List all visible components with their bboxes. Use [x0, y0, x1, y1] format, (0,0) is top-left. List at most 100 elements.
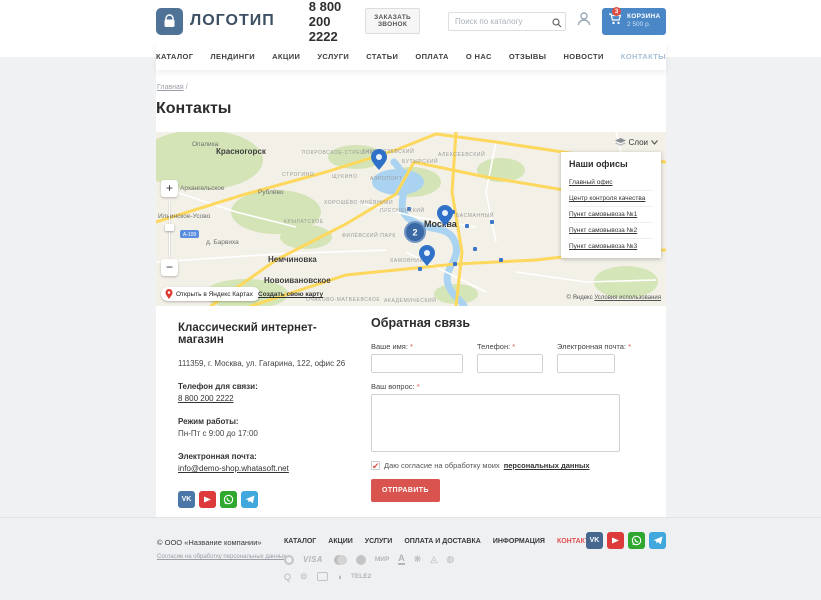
consent-checkbox[interactable]: ✔ [371, 461, 380, 470]
office-link-pickup-2[interactable]: Пункт самовывоза №2 [569, 223, 653, 239]
nav-item-oplata[interactable]: ОПЛАТА [415, 52, 448, 61]
tele2-icon: TELE2 [351, 573, 371, 580]
nav-item-stati[interactable]: СТАТЬИ [366, 52, 398, 61]
map-layers-control[interactable]: Слои [615, 138, 658, 147]
yandex-map[interactable]: А-109 Опалиха Красногорск ПОКРОВСКОЕ-СТР… [156, 132, 666, 306]
map-label: АЛЕКСЕЕВСКИЙ [438, 150, 485, 158]
required-asterisk: * [512, 342, 515, 351]
footer-item-katalog[interactable]: КАТАЛОГ [284, 538, 316, 545]
mir-icon: МИР [375, 556, 389, 563]
search-input[interactable] [448, 12, 566, 31]
email-link[interactable]: info@demo-shop.whatasoft.net [178, 464, 289, 473]
order-call-button[interactable]: ЗАКАЗАТЬ ЗВОНОК [365, 8, 420, 34]
question-field-label: Ваш вопрос: * [371, 382, 641, 391]
terms-of-use-link[interactable]: Условия использования [594, 295, 661, 301]
phone-link[interactable]: 8 800 200 2222 [178, 394, 234, 403]
breadcrumb-home-link[interactable]: Главная [157, 84, 184, 91]
account-icon[interactable] [576, 11, 592, 32]
yandex-copyright: © Яндекс [566, 295, 592, 301]
footer-consent-link[interactable]: Согласие на обработку персональных данны… [157, 554, 286, 560]
name-field[interactable] [371, 354, 463, 373]
header: ЛОГОТИП 8 800 200 2222 ЗАКАЗАТЬ ЗВОНОК 3 [0, 0, 821, 42]
phone-label: Телефон для связи: [178, 381, 353, 393]
map-zoom-out-button[interactable]: − [161, 259, 178, 276]
youtube-icon[interactable] [607, 532, 624, 549]
search [448, 11, 566, 31]
create-own-map-link[interactable]: Создать свою карту [258, 291, 323, 298]
nav-item-akcii[interactable]: АКЦИИ [272, 52, 300, 61]
cart-text: КОРЗИНА 2 500 р. [627, 13, 661, 30]
required-asterisk: * [628, 342, 631, 351]
map-cluster-marker[interactable]: 2 [405, 222, 425, 242]
nav-item-o-nas[interactable]: О НАС [466, 52, 492, 61]
map-attribution: © Яндекс Условия использования [566, 295, 661, 301]
office-link-pickup-1[interactable]: Пункт самовывоза №1 [569, 207, 653, 223]
map-zoom-in-button[interactable]: + [161, 180, 178, 197]
visa-icon: VISA [303, 555, 323, 564]
hours-label: Режим работы: [178, 416, 353, 428]
map-label: КРЫЛАТСКОЕ [284, 219, 324, 225]
svg-text:А-109: А-109 [183, 232, 197, 238]
logo[interactable]: ЛОГОТИП [156, 8, 275, 35]
cart-total: 2 500 р. [627, 21, 661, 29]
whatsapp-icon[interactable] [220, 491, 237, 508]
breadcrumb-separator: / [186, 84, 188, 91]
offices-panel-title: Наши офисы [569, 159, 653, 169]
mastercard-icon [332, 555, 347, 565]
map-label: Рублёво [258, 188, 284, 196]
telegram-icon[interactable] [241, 491, 258, 508]
footer-item-oplata-dostavka[interactable]: ОПЛАТА И ДОСТАВКА [404, 538, 481, 545]
nav-item-uslugi[interactable]: УСЛУГИ [317, 52, 349, 61]
telegram-icon[interactable] [649, 532, 666, 549]
payment-logo-icon [317, 572, 328, 581]
email-field[interactable] [557, 354, 615, 373]
required-asterisk: * [417, 382, 420, 391]
personal-data-link[interactable]: персональных данных [504, 461, 590, 470]
cart-button[interactable]: 3 КОРЗИНА 2 500 р. [602, 8, 666, 35]
nav-item-novosti[interactable]: НОВОСТИ [563, 52, 603, 61]
alfabank-icon: А [398, 554, 405, 565]
office-link-pickup-3[interactable]: Пункт самовывоза №3 [569, 239, 653, 254]
whatsapp-icon[interactable] [628, 532, 645, 549]
payment-logo-icon: ◑ [337, 572, 342, 582]
consent-text: Даю согласие на обработку моих [384, 461, 500, 470]
vk-icon[interactable]: VK [178, 491, 195, 508]
content-column: Главная / Контакты [156, 70, 666, 517]
footer-inner: © ООО «Название компании» Согласие на об… [156, 518, 666, 600]
map-label: ПРЕСНЕНСКИЙ [380, 206, 425, 214]
payment-logo-icon: ◬ [430, 554, 437, 565]
map-zoom-slider-handle[interactable] [165, 224, 174, 231]
name-field-label: Ваше имя: * [371, 342, 463, 351]
phone-field[interactable] [477, 354, 543, 373]
shop-address: 111359, г. Москва, ул. Гагарина, 122, оф… [178, 358, 353, 370]
chevron-down-icon [651, 140, 658, 145]
nav-item-kontakty[interactable]: КОНТАКТЫ [621, 52, 666, 61]
submit-button[interactable]: ОТПРАВИТЬ [371, 479, 440, 502]
nav-item-lendingi[interactable]: ЛЕНДИНГИ [210, 52, 255, 61]
question-field[interactable] [371, 394, 620, 452]
payment-methods: VISA МИР А ❋ ◬ ◍ Q ⊜ ◑ TELE2 [284, 552, 454, 586]
footer-item-uslugi[interactable]: УСЛУГИ [365, 538, 393, 545]
header-phone[interactable]: 8 800 200 2222 [309, 0, 351, 44]
nav-item-katalog[interactable]: КАТАЛОГ [156, 52, 193, 61]
nav-item-otzyvy[interactable]: ОТЗЫВЫ [509, 52, 547, 61]
open-in-yandex-maps-button[interactable]: Открыть в Яндекс Картах [161, 287, 260, 301]
offices-panel: Наши офисы Главный офис Центр контроля к… [561, 152, 661, 258]
payment-logo-icon: ◍ [446, 554, 454, 565]
search-icon[interactable] [552, 15, 562, 33]
vk-icon[interactable]: VK [586, 532, 603, 549]
office-link-main[interactable]: Главный офис [569, 175, 653, 191]
map-label: Новоивановское [264, 276, 331, 285]
map-label: ХОРОШЁВО-МНЁВНИКИ [324, 199, 393, 206]
youtube-icon[interactable] [199, 491, 216, 508]
hours-value: Пн-Пт с 9:00 до 17:00 [178, 428, 353, 440]
footer-item-informaciya[interactable]: ИНФОРМАЦИЯ [493, 538, 545, 545]
shop-title: Классический интернет-магазин [178, 322, 353, 346]
footer-social-links: VK [586, 532, 666, 549]
map-label: АКАДЕМИЧЕСКИЙ [384, 296, 436, 304]
consent-row: ✔ Даю согласие на обработку моих персона… [371, 461, 641, 470]
email-field-label: Электронная почта: * [557, 342, 631, 351]
office-link-quality[interactable]: Центр контроля качества [569, 191, 653, 207]
footer-item-akcii[interactable]: АКЦИИ [328, 538, 353, 545]
map-label: Архангельское [180, 185, 225, 192]
